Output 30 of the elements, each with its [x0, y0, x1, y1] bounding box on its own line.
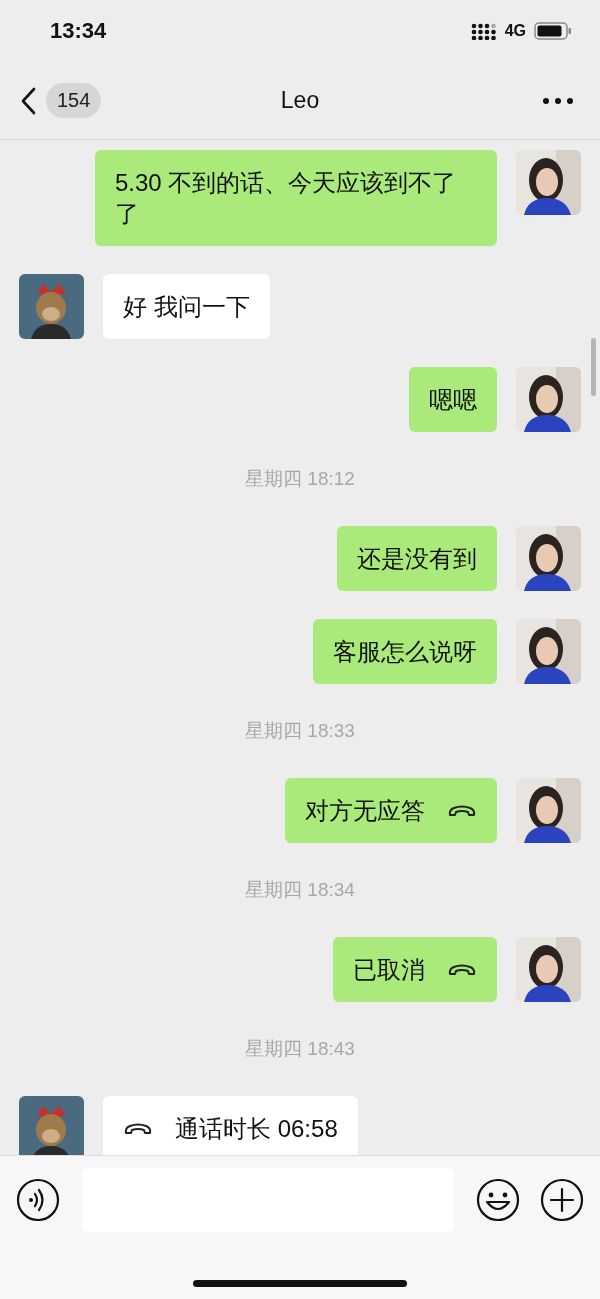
voice-icon[interactable]: [16, 1178, 60, 1222]
call-status: 对方无应答: [305, 796, 425, 826]
back-icon[interactable]: [20, 86, 36, 115]
chat-title: Leo: [280, 87, 320, 114]
timestamp: 星期四 18:12: [245, 467, 355, 491]
unread-count[interactable]: 154: [46, 83, 102, 118]
call-status: 已取消: [353, 955, 425, 985]
message-bubble[interactable]: 还是没有到: [337, 526, 497, 591]
message-bubble[interactable]: 好 我问一下: [103, 274, 270, 339]
scrollbar[interactable]: [591, 338, 596, 396]
message-bubble[interactable]: 嗯嗯: [409, 367, 497, 432]
call-message-bubble[interactable]: 已取消: [333, 937, 497, 1002]
status-time: 13:34: [50, 18, 107, 44]
network-type: 4G: [504, 22, 526, 40]
emoji-icon[interactable]: [476, 1178, 520, 1222]
phone-handset-icon: [123, 1121, 153, 1136]
timestamp: 星期四 18:34: [245, 878, 355, 902]
timestamp: 星期四 18:43: [245, 1037, 355, 1061]
message-bubble[interactable]: 客服怎么说呀: [313, 619, 497, 684]
call-message-bubble[interactable]: 对方无应答: [285, 778, 497, 843]
call-status: 通话时长 06:58: [175, 1114, 338, 1144]
battery-icon: [534, 22, 572, 40]
plus-icon[interactable]: [540, 1178, 584, 1222]
phone-handset-icon: [447, 803, 477, 818]
phone-handset-icon: [447, 962, 477, 977]
signal-icon: [470, 22, 497, 40]
more-icon[interactable]: [542, 96, 574, 105]
timestamp: 星期四 18:33: [245, 719, 355, 743]
call-message-bubble[interactable]: 通话时长 06:58: [103, 1096, 358, 1155]
message-bubble[interactable]: 5.30 不到的话、今天应该到不了了: [95, 150, 497, 246]
